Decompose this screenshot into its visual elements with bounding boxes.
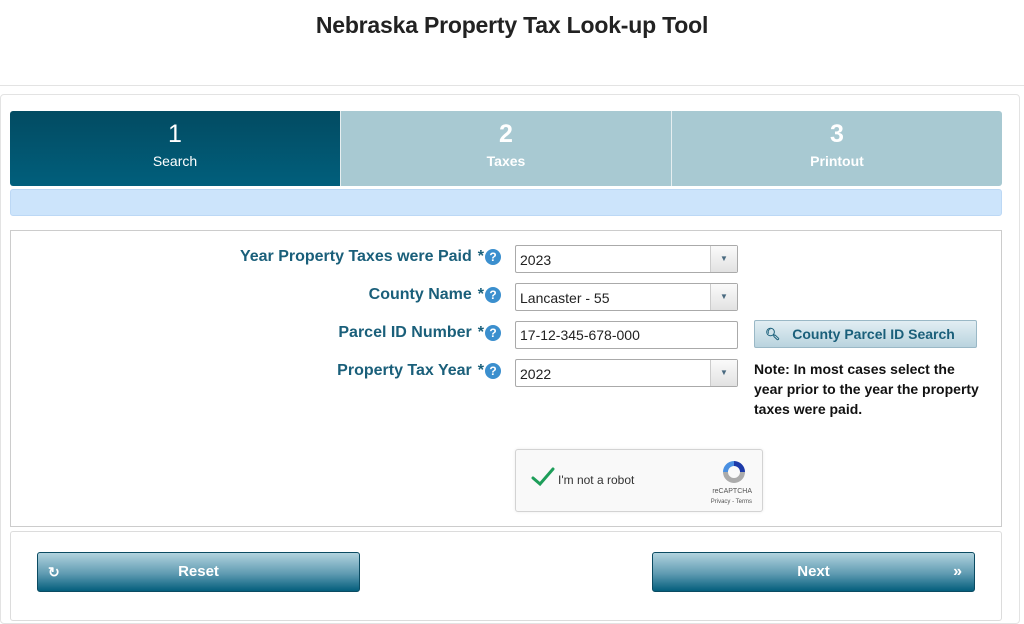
parcel-id-input[interactable] — [515, 321, 738, 349]
step-label: Printout — [810, 153, 864, 169]
double-chevron-right-icon: » — [953, 563, 962, 580]
county-name-select[interactable]: Lancaster - 55 ▼ — [515, 283, 738, 311]
recaptcha-widget[interactable]: I'm not a robot reCAPTCHA Privacy - Term… — [515, 449, 763, 512]
required-marker: * — [477, 362, 484, 379]
step-taxes[interactable]: 2 Taxes — [341, 111, 672, 186]
tax-year-select[interactable]: 2022 ▼ — [515, 359, 738, 387]
recaptcha-label: I'm not a robot — [558, 473, 635, 487]
county-parcel-id-search-button[interactable]: 🔍︎ County Parcel ID Search — [754, 320, 977, 348]
reset-label: Reset — [178, 563, 219, 580]
step-printout[interactable]: 3 Printout — [672, 111, 1002, 186]
next-label: Next — [797, 563, 830, 580]
refresh-icon: ↻ — [48, 564, 60, 580]
checkmark-icon[interactable] — [530, 464, 556, 490]
field-row-tax-year: Property Tax Year * ? — [11, 359, 511, 385]
required-marker: * — [477, 286, 484, 303]
step-label: Taxes — [486, 153, 526, 169]
search-icon: 🔍︎ — [765, 327, 781, 341]
parcel-id-label: Parcel ID Number — [338, 324, 472, 341]
recaptcha-brand: reCAPTCHA — [712, 488, 752, 495]
chevron-down-icon[interactable]: ▼ — [710, 284, 737, 310]
recaptcha-logo-icon — [723, 461, 745, 483]
help-icon[interactable]: ? — [485, 325, 501, 341]
year-paid-label: Year Property Taxes were Paid — [239, 248, 472, 265]
county-name-value: Lancaster - 55 — [520, 290, 610, 306]
reset-button[interactable]: ↻ Reset — [37, 552, 360, 592]
year-paid-value: 2023 — [520, 252, 552, 268]
progress-bar — [10, 189, 1002, 216]
tax-year-value: 2022 — [520, 366, 552, 382]
county-name-label: County Name — [368, 286, 472, 303]
required-marker: * — [477, 324, 484, 341]
tax-year-label: Property Tax Year — [337, 362, 472, 379]
year-paid-select[interactable]: 2023 ▼ — [515, 245, 738, 273]
help-icon[interactable]: ? — [485, 249, 501, 265]
chevron-down-icon[interactable]: ▼ — [710, 360, 737, 386]
next-button[interactable]: Next » — [652, 552, 975, 592]
tax-year-note: Note: In most cases select the year prio… — [754, 361, 979, 417]
step-label: Search — [152, 153, 198, 169]
required-marker: * — [477, 248, 484, 265]
step-number: 3 — [830, 120, 844, 148]
parcel-search-label: County Parcel ID Search — [792, 326, 955, 342]
step-number: 2 — [499, 120, 513, 148]
step-number: 1 — [168, 120, 182, 148]
field-row-year-paid: Year Property Taxes were Paid * ? — [11, 245, 511, 271]
search-form: Year Property Taxes were Paid * ? 2023 ▼… — [10, 230, 1002, 527]
field-row-parcel: Parcel ID Number * ? — [11, 321, 511, 347]
field-row-county: County Name * ? — [11, 283, 511, 309]
help-icon[interactable]: ? — [485, 363, 501, 379]
step-search[interactable]: 1 Search — [10, 111, 341, 186]
help-icon[interactable]: ? — [485, 287, 501, 303]
chevron-down-icon[interactable]: ▼ — [710, 246, 737, 272]
recaptcha-privacy-terms-links[interactable]: Privacy - Terms — [711, 499, 752, 505]
page-title: Nebraska Property Tax Look-up Tool — [315, 12, 709, 38]
step-wizard: 1 Search 2 Taxes 3 Printout — [10, 111, 1002, 186]
page-header: Nebraska Property Tax Look-up Tool — [0, 0, 1024, 86]
